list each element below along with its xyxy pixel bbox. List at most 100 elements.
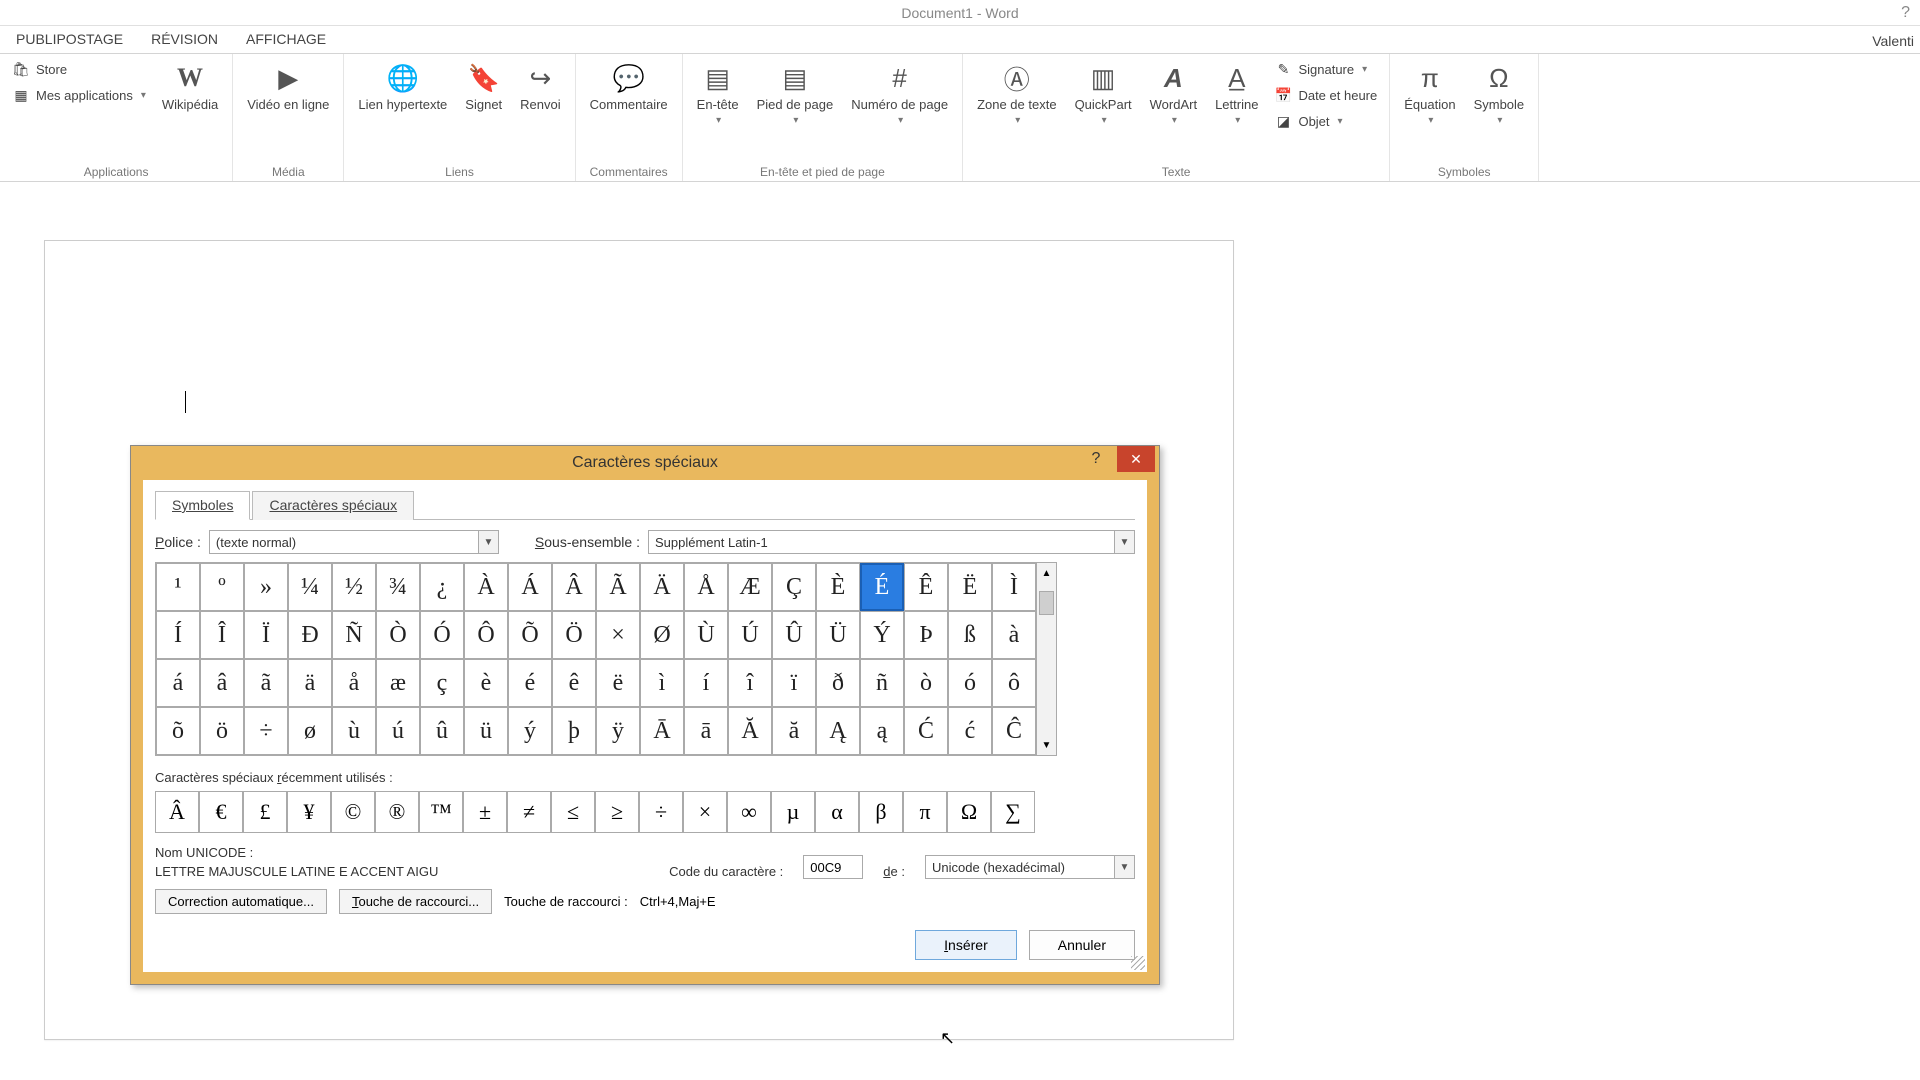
dialog-titlebar[interactable]: Caractères spéciaux ? ✕ <box>131 446 1159 480</box>
char-cell[interactable]: ¾ <box>376 563 420 611</box>
char-cell[interactable]: å <box>332 659 376 707</box>
char-cell[interactable]: Í <box>156 611 200 659</box>
char-cell[interactable]: Ó <box>420 611 464 659</box>
char-cell[interactable]: ÷ <box>244 707 288 755</box>
scroll-down-icon[interactable]: ▼ <box>1037 735 1056 755</box>
char-cell[interactable]: Ã <box>596 563 640 611</box>
tab-special-chars[interactable]: Caractères spéciaux <box>252 491 414 520</box>
char-cell[interactable]: Ì <box>992 563 1036 611</box>
char-cell[interactable]: ò <box>904 659 948 707</box>
char-cell[interactable]: Ý <box>860 611 904 659</box>
char-cell[interactable]: Ā <box>640 707 684 755</box>
autocorrect-button[interactable]: Correction automatique... <box>155 889 327 914</box>
char-cell[interactable]: ¿ <box>420 563 464 611</box>
recent-char-cell[interactable]: β <box>859 791 903 833</box>
char-cell[interactable]: Ò <box>376 611 420 659</box>
char-cell[interactable]: ß <box>948 611 992 659</box>
char-cell[interactable]: à <box>992 611 1036 659</box>
wikipedia-button[interactable]: W Wikipédia <box>156 58 224 115</box>
comment-button[interactable]: 💬 Commentaire <box>584 58 674 115</box>
char-cell[interactable]: ñ <box>860 659 904 707</box>
char-cell[interactable]: ½ <box>332 563 376 611</box>
char-cell[interactable]: ë <box>596 659 640 707</box>
grid-scrollbar[interactable]: ▲ ▼ <box>1037 562 1057 756</box>
scroll-thumb[interactable] <box>1039 591 1054 615</box>
char-cell[interactable]: í <box>684 659 728 707</box>
char-cell[interactable]: Ä <box>640 563 684 611</box>
char-cell[interactable]: Ĉ <box>992 707 1036 755</box>
shortcut-key-button[interactable]: Touche de raccourci... <box>339 889 492 914</box>
char-cell[interactable]: þ <box>552 707 596 755</box>
object-button[interactable]: ◪Objet <box>1270 110 1381 132</box>
recent-char-cell[interactable]: ≤ <box>551 791 595 833</box>
char-cell[interactable]: Ê <box>904 563 948 611</box>
char-cell[interactable]: Ú <box>728 611 772 659</box>
video-online-button[interactable]: ▶ Vidéo en ligne <box>241 58 335 115</box>
dialog-help-button[interactable]: ? <box>1077 446 1115 472</box>
char-cell[interactable]: ì <box>640 659 684 707</box>
char-cell[interactable]: º <box>200 563 244 611</box>
char-cell[interactable]: Ø <box>640 611 684 659</box>
myapps-button[interactable]: ▦Mes applications <box>8 84 150 106</box>
bookmark-button[interactable]: 🔖 Signet <box>459 58 508 115</box>
char-cell[interactable]: Ü <box>816 611 860 659</box>
char-cell[interactable]: õ <box>156 707 200 755</box>
wordart-button[interactable]: A WordArt <box>1144 58 1203 128</box>
char-cell[interactable]: Þ <box>904 611 948 659</box>
recent-char-cell[interactable]: £ <box>243 791 287 833</box>
cancel-button[interactable]: Annuler <box>1029 930 1135 960</box>
char-cell[interactable]: ¹ <box>156 563 200 611</box>
recent-char-cell[interactable]: ™ <box>419 791 463 833</box>
recent-char-cell[interactable]: ® <box>375 791 419 833</box>
chevron-down-icon[interactable]: ▼ <box>1114 531 1134 553</box>
recent-char-cell[interactable]: × <box>683 791 727 833</box>
charcode-input[interactable] <box>803 855 863 879</box>
hyperlink-button[interactable]: 🌐 Lien hypertexte <box>352 58 453 115</box>
char-cell[interactable]: â <box>200 659 244 707</box>
char-cell[interactable]: û <box>420 707 464 755</box>
scroll-up-icon[interactable]: ▲ <box>1037 563 1056 583</box>
recent-char-cell[interactable]: € <box>199 791 243 833</box>
recent-char-cell[interactable]: ≥ <box>595 791 639 833</box>
char-cell[interactable]: ê <box>552 659 596 707</box>
header-button[interactable]: ▤ En-tête <box>691 58 745 128</box>
subset-combo[interactable]: Supplément Latin-1 ▼ <box>648 530 1135 554</box>
char-cell[interactable]: Ë <box>948 563 992 611</box>
char-cell[interactable]: × <box>596 611 640 659</box>
tab-revision[interactable]: RÉVISION <box>137 26 232 53</box>
char-cell[interactable]: è <box>464 659 508 707</box>
char-cell[interactable]: Õ <box>508 611 552 659</box>
char-cell[interactable]: ø <box>288 707 332 755</box>
char-cell[interactable]: À <box>464 563 508 611</box>
char-cell[interactable]: ¼ <box>288 563 332 611</box>
char-cell[interactable]: ç <box>420 659 464 707</box>
char-cell[interactable]: ă <box>772 707 816 755</box>
char-cell[interactable]: Ç <box>772 563 816 611</box>
char-cell[interactable]: ü <box>464 707 508 755</box>
char-cell[interactable]: Ą <box>816 707 860 755</box>
recent-char-cell[interactable]: Ω <box>947 791 991 833</box>
char-cell[interactable]: î <box>728 659 772 707</box>
char-cell[interactable]: Å <box>684 563 728 611</box>
recent-char-cell[interactable]: µ <box>771 791 815 833</box>
char-cell[interactable]: á <box>156 659 200 707</box>
scroll-track[interactable] <box>1037 583 1056 735</box>
insert-button[interactable]: Insérer <box>915 930 1017 960</box>
char-cell[interactable]: Â <box>552 563 596 611</box>
recent-char-cell[interactable]: ± <box>463 791 507 833</box>
recent-char-cell[interactable]: α <box>815 791 859 833</box>
dropcap-button[interactable]: A̲ Lettrine <box>1209 58 1264 128</box>
char-cell[interactable]: Ù <box>684 611 728 659</box>
font-combo[interactable]: (texte normal) ▼ <box>209 530 499 554</box>
footer-button[interactable]: ▤ Pied de page <box>751 58 840 128</box>
recent-char-cell[interactable]: π <box>903 791 947 833</box>
char-cell[interactable]: Ñ <box>332 611 376 659</box>
char-cell[interactable]: Ô <box>464 611 508 659</box>
chevron-down-icon[interactable]: ▼ <box>478 531 498 553</box>
char-cell[interactable]: ð <box>816 659 860 707</box>
char-cell[interactable]: ć <box>948 707 992 755</box>
char-cell[interactable]: Ă <box>728 707 772 755</box>
char-cell[interactable]: ó <box>948 659 992 707</box>
tab-affichage[interactable]: AFFICHAGE <box>232 26 340 53</box>
tab-publipostage[interactable]: PUBLIPOSTAGE <box>2 26 137 53</box>
